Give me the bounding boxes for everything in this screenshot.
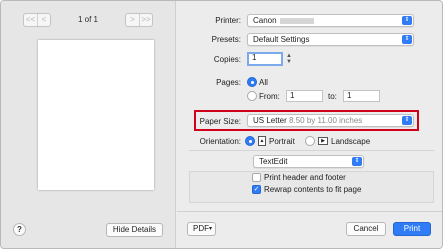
pages-from-label: From: [259,92,280,101]
chevron-updown-icon: ⇕ [402,35,412,44]
orientation-portrait-radio[interactable] [245,136,255,146]
copies-field[interactable]: 1 [247,52,283,66]
page-count: 1 of 1 [77,15,98,24]
next-page-button[interactable]: > [126,14,139,26]
print-header-label: Print header and footer [264,173,346,182]
first-page-button[interactable]: << [24,14,37,26]
hide-details-button[interactable]: Hide Details [106,223,163,237]
copies-label: Copies: [213,55,241,64]
cancel-button[interactable]: Cancel [346,222,386,236]
printer-value: Canon [253,16,277,25]
paper-size-value: US Letter [253,116,287,125]
presets-label: Presets: [211,35,241,44]
help-button[interactable]: ? [13,223,26,236]
section-divider [189,150,434,151]
pages-label: Pages: [216,78,241,87]
copies-stepper[interactable]: ▲ ▼ [285,53,293,65]
print-dialog: << < 1 of 1 > >> ? Hide Details Printer:… [0,0,443,249]
chevron-down-icon: ▾ [208,226,212,232]
page-preview [38,40,154,190]
chevron-updown-icon: ⇕ [352,157,362,166]
pdf-menu-button[interactable]: PDF ▾ [187,222,216,236]
paper-size-detail: 8.50 by 11.00 inches [289,116,363,125]
printer-label: Printer: [215,16,241,25]
page-nav-forward-group: > >> [125,13,153,27]
pdf-label: PDF [193,224,209,233]
orientation-landscape-radio[interactable] [305,136,315,146]
last-page-button[interactable]: >> [139,14,152,26]
pages-all-radio[interactable] [247,77,257,87]
paper-size-label: Paper Size: [199,117,241,126]
presets-popup[interactable]: Default Settings ⇕ [247,33,414,46]
pages-from-radio[interactable] [247,91,257,101]
footer-divider [177,211,442,212]
pages-all-label: All [259,78,268,87]
pages-from-field[interactable]: 1 [286,90,323,102]
orientation-portrait-label: Portrait [269,137,295,146]
rewrap-checkbox[interactable]: ✓ [252,185,261,194]
previous-page-button[interactable]: < [37,14,50,26]
redacted-model-name [279,17,314,24]
presets-value: Default Settings [253,35,310,44]
print-button[interactable]: Print [393,222,431,236]
print-header-checkbox[interactable] [252,173,261,182]
portrait-icon: ▲ [258,136,266,146]
pages-to-label: to: [328,92,337,101]
orientation-landscape-label: Landscape [331,137,371,146]
orientation-label: Orientation: [199,137,241,146]
preview-pane: << < 1 of 1 > >> ? Hide Details [1,1,176,248]
app-section-popup[interactable]: TextEdit ⇕ [253,155,364,168]
landscape-icon: ▶ [318,137,328,145]
chevron-updown-icon: ⇕ [402,16,412,25]
paper-size-popup[interactable]: US Letter 8.50 by 11.00 inches ⇕ [247,114,414,127]
printer-popup[interactable]: Canon ⇕ [247,14,414,27]
app-section-value: TextEdit [259,157,288,166]
rewrap-label: Rewrap contents to fit page [264,185,362,194]
page-nav-back-group: << < [23,13,51,27]
chevron-updown-icon: ⇕ [402,116,412,125]
pages-to-field[interactable]: 1 [343,90,380,102]
